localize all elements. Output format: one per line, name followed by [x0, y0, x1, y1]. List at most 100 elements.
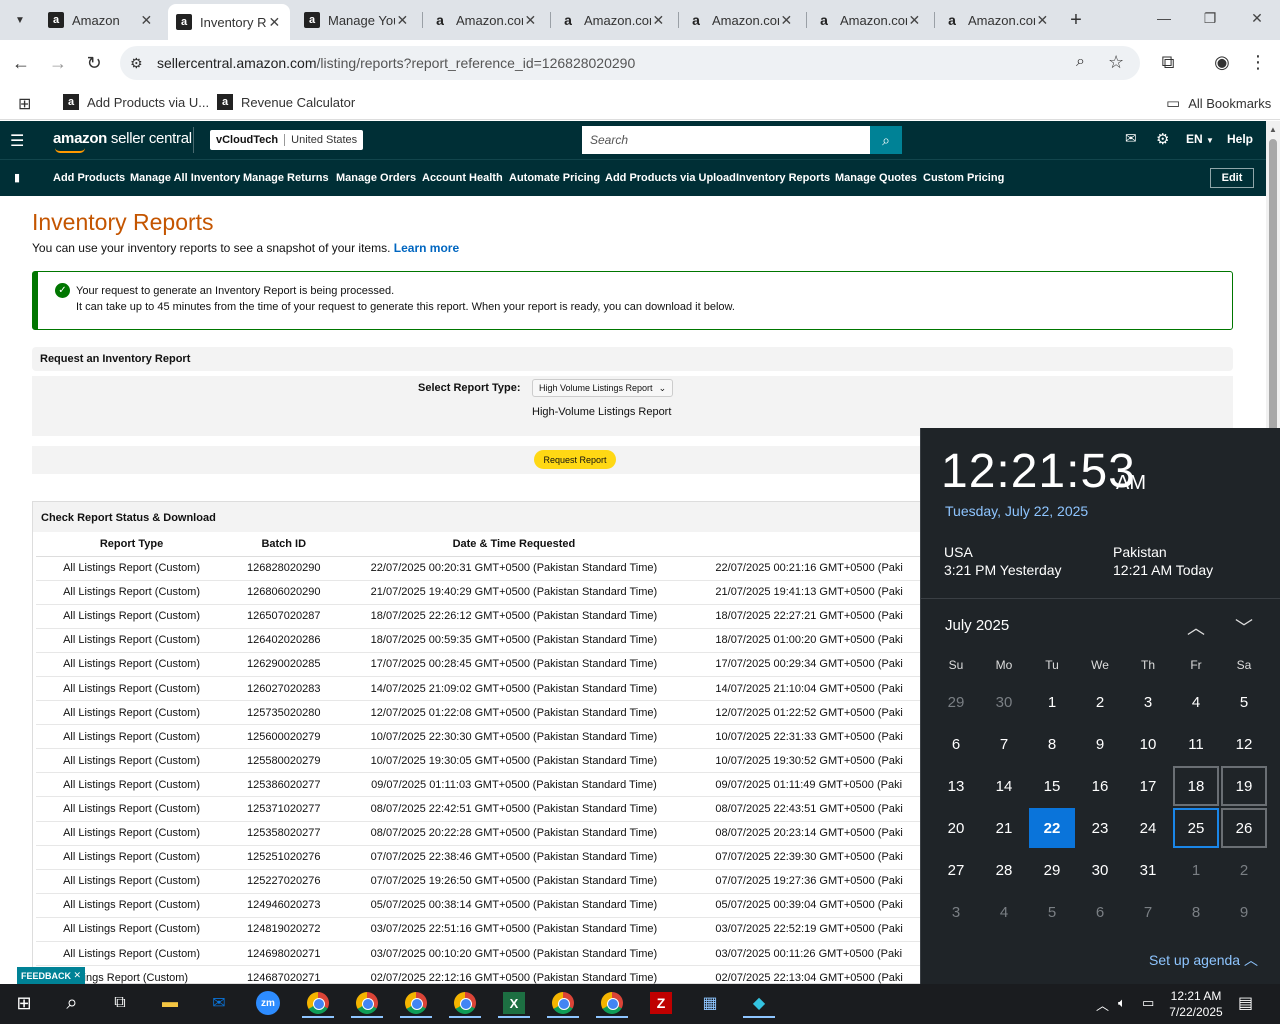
- report-type-select[interactable]: High Volume Listings Report ⌄: [532, 379, 674, 397]
- calendar-day[interactable]: 20: [933, 808, 979, 848]
- calendar-day[interactable]: 29: [933, 682, 979, 722]
- hamburger-menu-icon[interactable]: ☰: [10, 131, 24, 151]
- store-switcher[interactable]: vCloudTech United States: [210, 130, 364, 150]
- forward-arrow-icon[interactable]: →: [47, 52, 69, 74]
- close-tab-icon[interactable]: ✕: [907, 12, 922, 29]
- extensions-icon[interactable]: ⧉: [1157, 52, 1179, 73]
- calendar-day[interactable]: 3: [1125, 682, 1171, 722]
- browser-menu-icon[interactable]: ⋮: [1247, 52, 1269, 73]
- mail-icon[interactable]: ✉: [1125, 130, 1137, 147]
- calendar-day[interactable]: 11: [1173, 724, 1219, 764]
- nav-link[interactable]: Add Products via Upload: [605, 172, 736, 184]
- set-up-agenda-link[interactable]: Set up agenda ︿: [1149, 950, 1258, 970]
- calendar-day[interactable]: 9: [1221, 892, 1267, 932]
- search-icon[interactable]: ⌕: [56, 990, 88, 1018]
- chrome-profile-icon[interactable]: [547, 990, 579, 1018]
- nav-link[interactable]: Manage Returns: [243, 172, 329, 184]
- calendar-day[interactable]: 1: [1173, 850, 1219, 890]
- browser-tab[interactable]: a Manage You ✕: [296, 4, 418, 36]
- calendar-day[interactable]: 3: [933, 892, 979, 932]
- nav-link[interactable]: Add Products: [53, 172, 125, 184]
- chevron-up-icon[interactable]: ︿: [1096, 995, 1109, 1014]
- calendar-day[interactable]: 5: [1029, 892, 1075, 932]
- tab-search-chevron-icon[interactable]: ▼: [8, 8, 32, 32]
- feedback-button[interactable]: FEEDBACK ✕: [17, 967, 85, 984]
- calendar-day[interactable]: 9: [1077, 724, 1123, 764]
- browser-tab[interactable]: a Amazon.com✕: [808, 4, 930, 36]
- site-info-icon[interactable]: ⚙: [130, 55, 143, 72]
- nav-link[interactable]: Manage Orders: [336, 172, 416, 184]
- calendar-day[interactable]: 4: [981, 892, 1027, 932]
- gear-icon[interactable]: ⚙: [1156, 130, 1169, 148]
- address-bar[interactable]: ⚙ sellercentral.amazon.com/listing/repor…: [120, 46, 1140, 80]
- calendar-day[interactable]: 7: [981, 724, 1027, 764]
- back-arrow-icon[interactable]: ←: [10, 52, 32, 74]
- calendar-day[interactable]: 8: [1173, 892, 1219, 932]
- learn-more-link[interactable]: Learn more: [394, 241, 459, 255]
- nav-link[interactable]: Account Health: [422, 172, 503, 184]
- help-link[interactable]: Help: [1227, 132, 1253, 146]
- new-tab-button[interactable]: +: [1064, 8, 1088, 32]
- all-bookmarks[interactable]: ▭ All Bookmarks: [1166, 94, 1271, 112]
- calendar-day[interactable]: 13: [933, 766, 979, 806]
- calendar-day[interactable]: 28: [981, 850, 1027, 890]
- calculator-icon[interactable]: ▦: [694, 990, 726, 1018]
- calendar-day[interactable]: 6: [1077, 892, 1123, 932]
- calendar-day[interactable]: 22: [1029, 808, 1075, 848]
- outlook-icon[interactable]: ✉: [203, 990, 235, 1018]
- taskbar-clock[interactable]: 12:21 AM 7/22/2025: [1160, 988, 1232, 1020]
- file-explorer-icon[interactable]: ▬: [154, 990, 186, 1018]
- calendar-day[interactable]: 5: [1221, 682, 1267, 722]
- calendar-day[interactable]: 12: [1221, 724, 1267, 764]
- close-window-icon[interactable]: ✕: [1247, 10, 1267, 27]
- speaker-muted-icon[interactable]: 🔈︎: [1118, 995, 1126, 1011]
- calendar-day[interactable]: 31: [1125, 850, 1171, 890]
- calendar-day[interactable]: 23: [1077, 808, 1123, 848]
- close-tab-icon[interactable]: ✕: [267, 14, 282, 31]
- chrome-profile-icon[interactable]: [400, 990, 432, 1018]
- nav-link[interactable]: Custom Pricing: [923, 172, 1004, 184]
- calendar-day[interactable]: 21: [981, 808, 1027, 848]
- zoom-icon[interactable]: ⌕: [1076, 53, 1085, 71]
- bookmark-add-products[interactable]: a Add Products via U...: [63, 94, 209, 110]
- close-tab-icon[interactable]: ✕: [523, 12, 538, 29]
- browser-tab[interactable]: a Amazon.com✕: [936, 4, 1058, 36]
- calendar-day[interactable]: 10: [1125, 724, 1171, 764]
- notification-icon[interactable]: ▤: [1238, 993, 1253, 1013]
- browser-tab[interactable]: a Amazon.com✕: [424, 4, 546, 36]
- zoom-app-icon[interactable]: zm: [252, 990, 284, 1018]
- calendar-day[interactable]: 24: [1125, 808, 1171, 848]
- restore-icon[interactable]: ❐: [1200, 10, 1220, 27]
- calendar-day[interactable]: 15: [1029, 766, 1075, 806]
- calendar-day[interactable]: 19: [1221, 766, 1267, 806]
- filezilla-icon[interactable]: Z: [645, 990, 677, 1018]
- seller-central-logo[interactable]: amazon seller central: [53, 130, 192, 147]
- browser-tab[interactable]: a Inventory Re ✕: [168, 4, 290, 40]
- close-tab-icon[interactable]: ✕: [395, 12, 410, 29]
- calendar-day[interactable]: 1: [1029, 682, 1075, 722]
- calendar-day[interactable]: 2: [1221, 850, 1267, 890]
- network-icon[interactable]: ▭: [1142, 995, 1154, 1011]
- windows-start-icon[interactable]: ⊞: [8, 990, 40, 1018]
- chrome-profile-icon[interactable]: [351, 990, 383, 1018]
- calendar-day[interactable]: 2: [1077, 682, 1123, 722]
- url-text[interactable]: sellercentral.amazon.com/listing/reports…: [157, 55, 635, 71]
- profile-icon[interactable]: ◉: [1211, 52, 1233, 73]
- calendar-day[interactable]: 25: [1173, 808, 1219, 848]
- request-report-button[interactable]: Request Report: [534, 450, 616, 469]
- chrome-profile-icon[interactable]: [596, 990, 628, 1018]
- bookmark-revenue-calculator[interactable]: a Revenue Calculator: [217, 94, 355, 110]
- close-tab-icon[interactable]: ✕: [779, 12, 794, 29]
- scroll-up-icon[interactable]: ▲: [1269, 125, 1277, 134]
- minimize-icon[interactable]: —: [1154, 10, 1174, 26]
- next-month-icon[interactable]: ﹀: [1235, 614, 1253, 640]
- calendar-day[interactable]: 30: [1077, 850, 1123, 890]
- calendar-day[interactable]: 7: [1125, 892, 1171, 932]
- browser-tab[interactable]: a Amazon.com✕: [680, 4, 802, 36]
- browser-tab[interactable]: a Amazon.com✕: [552, 4, 674, 36]
- calendar-day[interactable]: 14: [981, 766, 1027, 806]
- calendar-day[interactable]: 4: [1173, 682, 1219, 722]
- calendar-day[interactable]: 16: [1077, 766, 1123, 806]
- chrome-profile-icon[interactable]: [449, 990, 481, 1018]
- calendar-day[interactable]: 6: [933, 724, 979, 764]
